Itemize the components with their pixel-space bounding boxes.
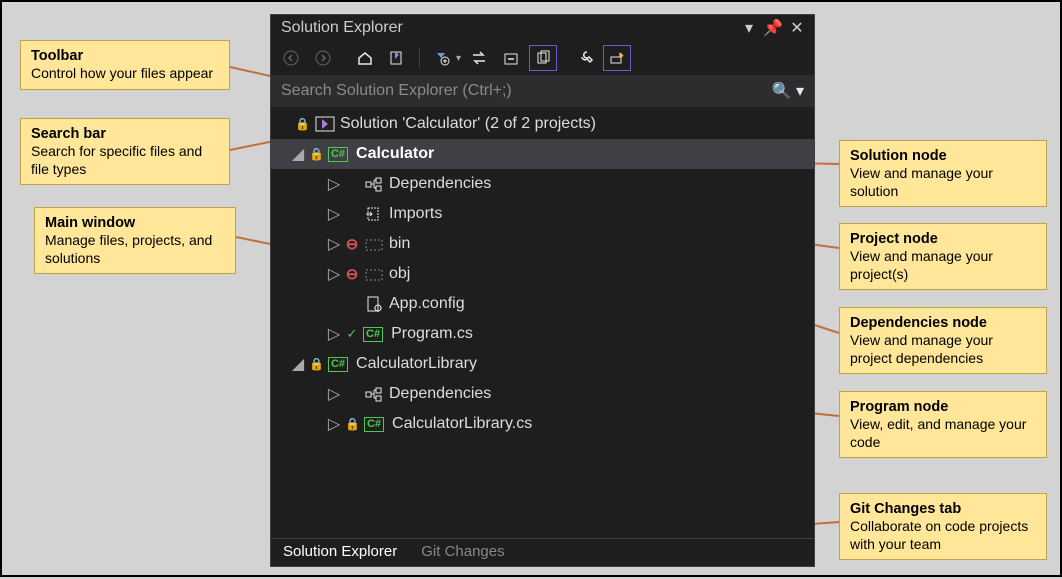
- dependencies-icon: [363, 385, 385, 403]
- no-source-control-icon: ⊖: [345, 265, 359, 283]
- callout-dependencies-node: Dependencies node View and manage your p…: [839, 307, 1047, 374]
- callout-desc: Search for specific files and file types: [31, 143, 202, 177]
- tab-git-changes[interactable]: Git Changes: [409, 539, 516, 566]
- solution-explorer-panel: Solution Explorer ▾ 📌 ✕ ▾: [270, 14, 815, 567]
- close-icon[interactable]: ✕: [790, 21, 804, 35]
- search-placeholder: Search Solution Explorer (Ctrl+;): [281, 82, 512, 100]
- csharp-file-icon: C#: [364, 417, 384, 432]
- csharp-project-icon: C#: [328, 357, 348, 372]
- callout-search: Search bar Search for specific files and…: [20, 118, 230, 185]
- pending-add-icon: ✓: [345, 326, 359, 342]
- callout-title: Search bar: [31, 125, 219, 143]
- expander-icon[interactable]: ▷: [327, 264, 341, 284]
- callout-project-node: Project node View and manage your projec…: [839, 223, 1047, 290]
- show-all-files-icon[interactable]: [529, 45, 557, 71]
- node-label: bin: [389, 235, 410, 253]
- callout-desc: View and manage your project(s): [850, 248, 993, 282]
- callout-desc: Manage files, projects, and solutions: [45, 232, 212, 266]
- properties-icon[interactable]: [571, 45, 599, 71]
- collapse-all-icon[interactable]: [497, 45, 525, 71]
- lock-icon: 🔒: [309, 147, 324, 161]
- node-label: obj: [389, 265, 410, 283]
- file-calculatorlibrary-cs[interactable]: ▷ 🔒 C# CalculatorLibrary.cs: [271, 409, 814, 439]
- callout-desc: View and manage your solution: [850, 165, 993, 199]
- bottom-tabs: Solution Explorer Git Changes: [271, 538, 814, 566]
- node-label: CalculatorLibrary.cs: [392, 415, 532, 433]
- node-label: Solution 'Calculator' (2 of 2 projects): [340, 115, 596, 133]
- node-label: Program.cs: [391, 325, 473, 343]
- expander-icon[interactable]: ▷: [327, 234, 341, 254]
- node-label: App.config: [389, 295, 465, 313]
- expander-icon[interactable]: ▷: [327, 204, 341, 224]
- callout-title: Program node: [850, 398, 1036, 416]
- expander-icon[interactable]: ▷: [327, 414, 341, 434]
- solution-node[interactable]: 🔒 Solution 'Calculator' (2 of 2 projects…: [271, 109, 814, 139]
- callout-title: Dependencies node: [850, 314, 1036, 332]
- node-label: Imports: [389, 205, 442, 223]
- callout-desc: View and manage your project dependencie…: [850, 332, 993, 366]
- expander-icon[interactable]: ▷: [327, 324, 341, 344]
- callout-title: Main window: [45, 214, 225, 232]
- project-node-calculator[interactable]: ◢ 🔒 C# Calculator: [271, 139, 814, 169]
- tree-view: 🔒 Solution 'Calculator' (2 of 2 projects…: [271, 107, 814, 538]
- pending-changes-filter-icon[interactable]: [428, 45, 456, 71]
- tab-solution-explorer[interactable]: Solution Explorer: [271, 539, 409, 566]
- imports-icon: [363, 205, 385, 223]
- node-label: Calculator: [356, 145, 434, 163]
- lock-icon: 🔒: [295, 117, 310, 131]
- folder-bin[interactable]: ▷ ⊖ bin: [271, 229, 814, 259]
- csharp-file-icon: C#: [363, 327, 383, 342]
- search-bar[interactable]: Search Solution Explorer (Ctrl+;) 🔍 ▾: [271, 75, 814, 107]
- callout-git-tab: Git Changes tab Collaborate on code proj…: [839, 493, 1047, 560]
- hidden-folder-icon: [363, 235, 385, 253]
- lock-icon: 🔒: [309, 357, 324, 371]
- pin-icon[interactable]: 📌: [766, 21, 780, 35]
- folder-obj[interactable]: ▷ ⊖ obj: [271, 259, 814, 289]
- callout-desc: Collaborate on code projects with your t…: [850, 518, 1028, 552]
- config-file-icon: [363, 295, 385, 313]
- node-label: CalculatorLibrary: [356, 355, 477, 373]
- window-menu-icon[interactable]: ▾: [742, 21, 756, 35]
- panel-title: Solution Explorer: [281, 19, 403, 37]
- sync-icon[interactable]: [465, 45, 493, 71]
- callout-program-node: Program node View, edit, and manage your…: [839, 391, 1047, 458]
- home-icon[interactable]: [351, 45, 379, 71]
- expander-icon[interactable]: ▷: [327, 384, 341, 404]
- chevron-down-icon[interactable]: ▾: [456, 53, 461, 64]
- callout-desc: Control how your files appear: [31, 65, 213, 81]
- project-node-calculatorlibrary[interactable]: ◢ 🔒 C# CalculatorLibrary: [271, 349, 814, 379]
- callout-main: Main window Manage files, projects, and …: [34, 207, 236, 274]
- callout-title: Solution node: [850, 147, 1036, 165]
- dependencies-node-2[interactable]: ▷ Dependencies: [271, 379, 814, 409]
- no-source-control-icon: ⊖: [345, 235, 359, 253]
- file-program-cs[interactable]: ▷ ✓ C# Program.cs: [271, 319, 814, 349]
- lock-icon: 🔒: [345, 417, 360, 431]
- dependencies-icon: [363, 175, 385, 193]
- dependencies-node[interactable]: ▷ Dependencies: [271, 169, 814, 199]
- callout-title: Project node: [850, 230, 1036, 248]
- file-appconfig[interactable]: App.config: [271, 289, 814, 319]
- node-label: Dependencies: [389, 175, 491, 193]
- expander-icon[interactable]: ◢: [291, 144, 305, 164]
- hidden-folder-icon: [363, 265, 385, 283]
- callout-title: Toolbar: [31, 47, 219, 65]
- imports-node[interactable]: ▷ Imports: [271, 199, 814, 229]
- callout-title: Git Changes tab: [850, 500, 1036, 518]
- back-icon[interactable]: [277, 45, 305, 71]
- preview-selected-icon[interactable]: [603, 45, 631, 71]
- panel-titlebar: Solution Explorer ▾ 📌 ✕: [271, 15, 814, 41]
- expander-icon[interactable]: ▷: [327, 174, 341, 194]
- callout-desc: View, edit, and manage your code: [850, 416, 1026, 450]
- node-label: Dependencies: [389, 385, 491, 403]
- csharp-project-icon: C#: [328, 147, 348, 162]
- callout-solution-node: Solution node View and manage your solut…: [839, 140, 1047, 207]
- search-icon[interactable]: 🔍 ▾: [772, 81, 804, 101]
- switch-views-icon[interactable]: [383, 45, 411, 71]
- callout-toolbar: Toolbar Control how your files appear: [20, 40, 230, 90]
- solution-icon: [314, 115, 336, 133]
- toolbar: ▾: [271, 41, 814, 75]
- expander-icon[interactable]: ◢: [291, 354, 305, 374]
- forward-icon[interactable]: [309, 45, 337, 71]
